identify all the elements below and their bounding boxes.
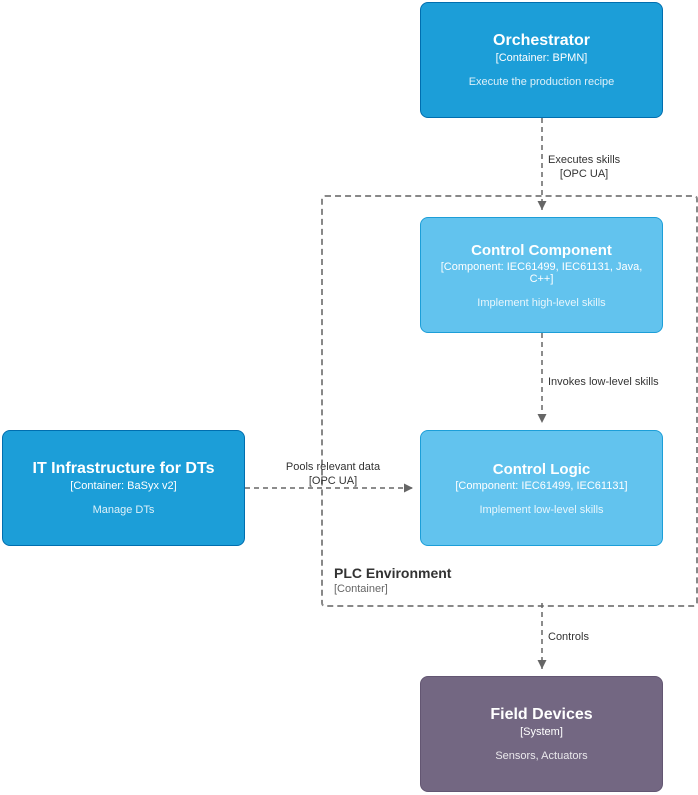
- field-devices-subtitle: [System]: [429, 726, 654, 738]
- field-devices-desc: Sensors, Actuators: [429, 750, 654, 762]
- orchestrator-desc: Execute the production recipe: [429, 76, 654, 88]
- edge-invokes: [536, 333, 548, 431]
- node-field-devices: Field Devices [System] Sensors, Actuator…: [420, 676, 663, 792]
- node-control-logic: Control Logic [Component: IEC61499, IEC6…: [420, 430, 663, 546]
- plc-environment-title: PLC Environment: [334, 565, 451, 581]
- edge-controls-text: Controls: [548, 631, 589, 643]
- edge-executes-skills-label: Executes skills [OPC UA]: [548, 153, 620, 182]
- plc-environment-label: PLC Environment [Container]: [334, 565, 451, 595]
- node-control-component: Control Component [Component: IEC61499, …: [420, 217, 663, 333]
- it-infra-subtitle: [Container: BaSyx v2]: [11, 480, 236, 492]
- edge-pools-text: Pools relevant data: [286, 461, 380, 473]
- plc-environment-subtitle: [Container]: [334, 583, 451, 595]
- control-component-title: Control Component: [429, 242, 654, 259]
- control-component-desc: Implement high-level skills: [429, 297, 654, 309]
- control-logic-subtitle: [Component: IEC61499, IEC61131]: [429, 480, 654, 492]
- orchestrator-subtitle: [Container: BPMN]: [429, 52, 654, 64]
- control-component-subtitle: [Component: IEC61499, IEC61131, Java, C+…: [429, 261, 654, 285]
- control-logic-desc: Implement low-level skills: [429, 504, 654, 516]
- it-infra-title: IT Infrastructure for DTs: [11, 460, 236, 478]
- control-logic-title: Control Logic: [429, 461, 654, 478]
- node-orchestrator: Orchestrator [Container: BPMN] Execute t…: [420, 2, 663, 118]
- it-infra-desc: Manage DTs: [11, 504, 236, 516]
- edge-exec-text: Executes skills: [548, 154, 620, 166]
- edge-controls: [536, 603, 548, 677]
- edge-controls-label: Controls: [548, 630, 589, 644]
- field-devices-title: Field Devices: [429, 706, 654, 724]
- edge-executes-skills: [536, 118, 548, 218]
- edge-invokes-label: Invokes low-level skills: [548, 375, 659, 389]
- edge-exec-sub: [OPC UA]: [560, 168, 608, 180]
- architecture-diagram: Orchestrator [Container: BPMN] Execute t…: [0, 0, 698, 795]
- edge-pools-sub: [OPC UA]: [309, 475, 357, 487]
- edge-pools-label: Pools relevant data [OPC UA]: [278, 460, 388, 489]
- node-it-infra: IT Infrastructure for DTs [Container: Ba…: [2, 430, 245, 546]
- orchestrator-title: Orchestrator: [429, 32, 654, 50]
- edge-invokes-text: Invokes low-level skills: [548, 376, 659, 388]
